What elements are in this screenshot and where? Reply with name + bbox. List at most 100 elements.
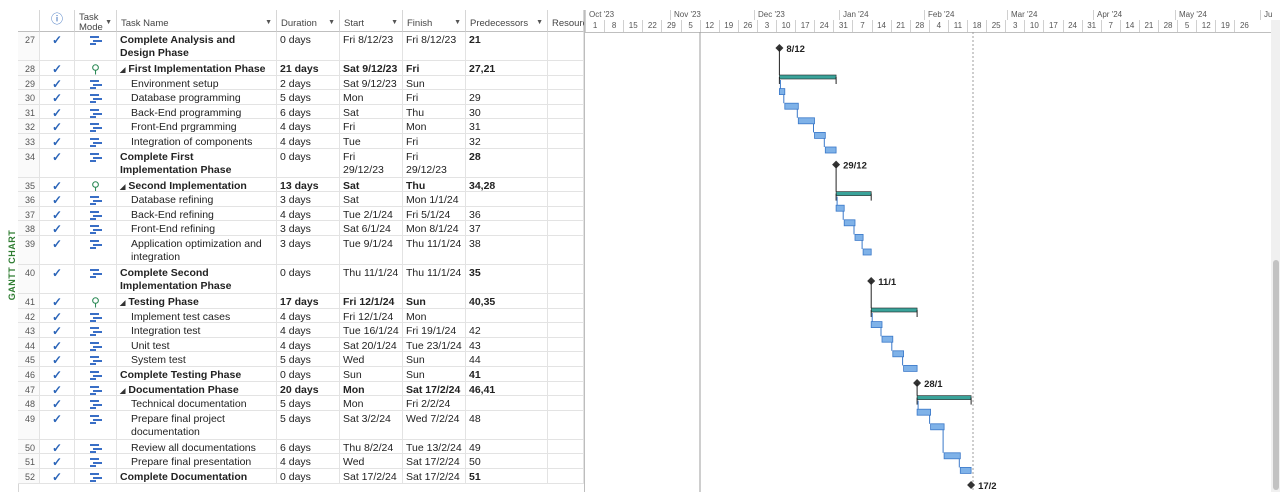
task-row[interactable]: 51✓ Prepare final presentation4 daysWed 1…: [18, 454, 584, 469]
task-resource[interactable]: [548, 337, 584, 352]
task-start[interactable]: Fri 29/12/23: [340, 148, 403, 177]
task-duration[interactable]: 4 days: [277, 308, 340, 323]
column-header-duration[interactable]: Duration ▼: [277, 10, 340, 32]
row-id[interactable]: 37: [18, 206, 40, 221]
task-duration[interactable]: 21 days: [277, 61, 340, 75]
column-header-task-mode[interactable]: Task Mode ▼: [75, 10, 117, 33]
task-resource[interactable]: [548, 454, 584, 468]
task-finish[interactable]: Tue 23/1/24: [403, 337, 466, 352]
task-resource[interactable]: [548, 469, 584, 483]
task-bar[interactable]: [854, 233, 864, 241]
task-start[interactable]: Sat 9/12/23: [340, 61, 403, 75]
task-start[interactable]: Mon 11/12/23: [340, 90, 403, 104]
task-row[interactable]: 48✓ Technical documentation5 daysMon 29/1…: [18, 396, 584, 411]
task-start[interactable]: Thu 11/1/24: [340, 265, 403, 293]
task-row[interactable]: 39 ✓ Application optimization and integrat…: [18, 236, 584, 265]
task-row[interactable]: 40 ✓ Complete Second Implementation Phase 0…: [18, 265, 584, 294]
task-predecessors[interactable]: 37: [466, 221, 548, 235]
task-finish[interactable]: Fri 5/1/24: [403, 206, 466, 221]
task-duration[interactable]: 4 days: [277, 454, 340, 468]
task-start[interactable]: Sat 17/2/24: [340, 469, 403, 483]
task-name[interactable]: ◢ First Implementation Phase: [117, 61, 277, 75]
task-predecessors[interactable]: 27,21: [466, 61, 548, 75]
row-id[interactable]: 35: [18, 177, 40, 192]
task-row[interactable]: 38 ✓ Front-End refining 3 days Sat 6/1/24 Mon…: [18, 221, 584, 236]
dropdown-arrow-icon[interactable]: ▼: [391, 18, 398, 28]
task-predecessors[interactable]: 44: [466, 352, 548, 366]
task-row[interactable]: 43 ✓ Integration test 4 days Tue 16/1/24 Fri …: [18, 323, 584, 338]
row-id[interactable]: 43: [18, 323, 40, 337]
row-id[interactable]: 30: [18, 90, 40, 104]
task-row[interactable]: 52✓Complete Documentation Phase0 daysSat…: [18, 469, 584, 484]
column-header-finish[interactable]: Finish ▼: [403, 10, 466, 32]
task-resource[interactable]: [548, 221, 584, 235]
task-resource[interactable]: [548, 104, 584, 119]
task-duration[interactable]: 4 days: [277, 337, 340, 352]
collapse-triangle-icon[interactable]: ◢: [120, 388, 125, 395]
collapse-triangle-icon[interactable]: ◢: [120, 184, 125, 191]
task-predecessors[interactable]: 35: [466, 265, 548, 293]
task-bar[interactable]: [778, 88, 786, 95]
task-start[interactable]: Sat 30/12/23: [340, 192, 403, 206]
task-name[interactable]: Integration of components: [117, 134, 277, 148]
task-name[interactable]: Review all documentations: [117, 439, 277, 454]
task-duration[interactable]: 4 days: [277, 206, 340, 221]
milestone-label[interactable]: 11/1: [878, 277, 897, 288]
task-duration[interactable]: 5 days: [277, 396, 340, 410]
task-name[interactable]: Prepare final project documentation: [117, 410, 277, 439]
column-header-predecessors[interactable]: Predecessors ▼: [466, 10, 548, 32]
task-resource[interactable]: [548, 32, 584, 60]
task-finish[interactable]: Fri 15/12/23: [403, 90, 466, 104]
task-duration[interactable]: 20 days: [277, 381, 340, 396]
milestone-label[interactable]: 28/1: [924, 379, 943, 390]
task-predecessors[interactable]: 36: [466, 206, 548, 221]
task-row[interactable]: 34 ✓ Complete First Implementation Phase 0 …: [18, 148, 584, 178]
task-row[interactable]: 44 ✓ Unit test 4 days Sat 20/1/24 Tue 23/1/24…: [18, 337, 584, 353]
task-row[interactable]: 27 ✓ Complete Analysis and Design Phase 0 d…: [18, 32, 584, 61]
task-start[interactable]: Sat 30/12/23: [340, 177, 403, 192]
task-row[interactable]: 37 ✓ Back-End refining 4 days Tue 2/1/24 Fri …: [18, 206, 584, 222]
task-row[interactable]: 42 ✓ Implement test cases 4 days Fri 12/1/24…: [18, 308, 584, 324]
task-resource[interactable]: [548, 61, 584, 75]
task-predecessors[interactable]: 28: [466, 148, 548, 177]
row-id[interactable]: 39: [18, 236, 40, 264]
task-name[interactable]: Environment setup: [117, 75, 277, 90]
task-resource[interactable]: [548, 367, 584, 381]
task-start[interactable]: Tue 26/12/23: [340, 134, 403, 148]
task-start[interactable]: Mon 29/1/24: [340, 396, 403, 410]
task-name[interactable]: Back-End refining: [117, 206, 277, 221]
task-name[interactable]: Application optimization and integration: [117, 236, 277, 264]
task-predecessors[interactable]: 43: [466, 337, 548, 352]
task-bar[interactable]: [784, 102, 799, 110]
task-start[interactable]: Mon 29/1/24: [340, 381, 403, 396]
vertical-scrollbar[interactable]: [1271, 20, 1280, 492]
task-name[interactable]: Database programming: [117, 90, 277, 104]
column-header-resource[interactable]: Resource: [548, 10, 584, 32]
task-predecessors[interactable]: 30: [466, 104, 548, 119]
task-predecessors[interactable]: 41: [466, 367, 548, 381]
task-name[interactable]: Back-End programming: [117, 104, 277, 119]
dropdown-arrow-icon[interactable]: ▼: [105, 18, 112, 28]
task-predecessors[interactable]: 34,28: [466, 177, 548, 192]
task-resource[interactable]: [548, 381, 584, 396]
task-row[interactable]: 28 ✓ ⚲ ◢ First Implementation Phase 21 days Sa…: [18, 61, 584, 76]
row-id[interactable]: 49: [18, 410, 40, 439]
task-resource[interactable]: [548, 396, 584, 410]
row-id[interactable]: 50: [18, 439, 40, 454]
task-predecessors[interactable]: 32: [466, 134, 548, 148]
task-resource[interactable]: [548, 119, 584, 133]
task-predecessors[interactable]: 50: [466, 454, 548, 468]
row-id[interactable]: 51: [18, 454, 40, 468]
summary-bar[interactable]: [779, 74, 837, 80]
task-start[interactable]: Wed 24/1/24: [340, 352, 403, 366]
task-name[interactable]: Front-End prgramming: [117, 119, 277, 133]
task-finish[interactable]: Wed 7/2/24: [403, 410, 466, 439]
task-row[interactable]: 50 ✓ Review all documentations 6 days Thu 8/…: [18, 439, 584, 455]
row-id[interactable]: 48: [18, 396, 40, 410]
task-predecessors[interactable]: 46,41: [466, 381, 548, 396]
task-duration[interactable]: 0 days: [277, 265, 340, 293]
task-finish[interactable]: Tue 13/2/24: [403, 439, 466, 454]
task-finish[interactable]: Sat 17/2/24: [403, 454, 466, 468]
task-finish[interactable]: Sun 28/1/24: [403, 352, 466, 366]
task-predecessors[interactable]: 38: [466, 236, 548, 264]
